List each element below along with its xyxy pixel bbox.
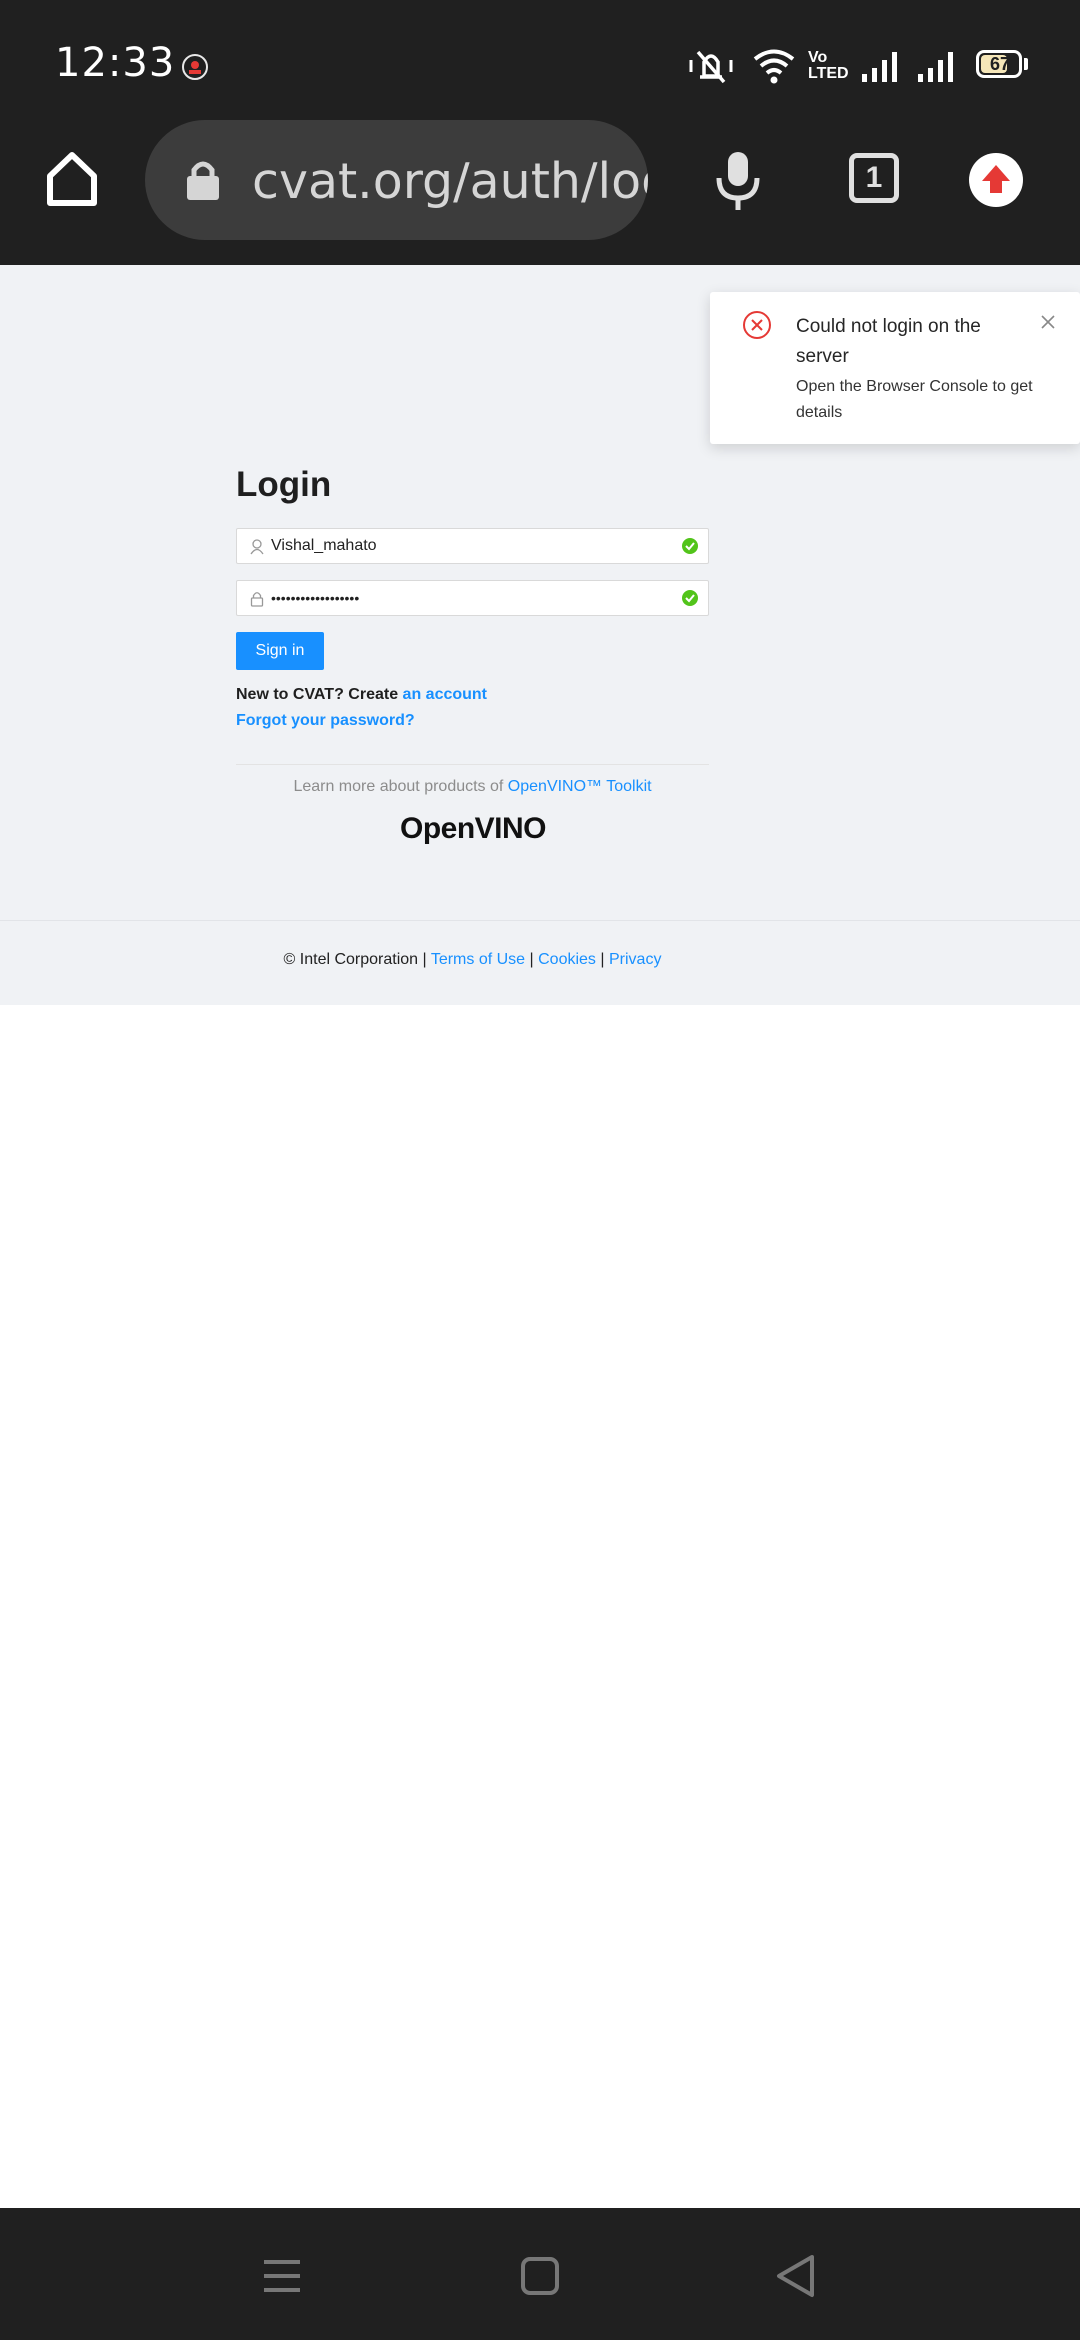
volte-icon: Vo LTED: [808, 50, 849, 82]
check-icon: [682, 590, 698, 606]
url-bar[interactable]: cvat.org/auth/log: [145, 120, 648, 240]
copyright-text: © Intel Corporation |: [283, 951, 431, 968]
error-notification: Could not login on the server Open the B…: [710, 292, 1080, 444]
home-button-icon[interactable]: [520, 2256, 560, 2296]
error-icon: [743, 311, 771, 339]
notification-title: Could not login on the server: [796, 316, 981, 367]
separator: |: [525, 951, 539, 968]
battery-icon: 67: [976, 50, 1022, 78]
privacy-link[interactable]: Privacy: [609, 951, 661, 968]
menu-icon[interactable]: [262, 2258, 302, 2294]
create-account-link[interactable]: an account: [403, 686, 487, 703]
separator: |: [595, 951, 609, 968]
navigation-bar: [0, 2208, 1080, 2340]
notification-description: Open the Browser Console to get details: [796, 378, 1033, 421]
lock-icon: [250, 592, 264, 607]
password-field[interactable]: ••••••••••••••••••: [236, 580, 709, 616]
username-value[interactable]: Vishal_mahato: [271, 537, 377, 555]
tab-count: 1: [865, 161, 883, 194]
volte-bottom: LTED: [808, 65, 849, 82]
page-title: Login: [236, 465, 332, 504]
openvino-logo: OpenVINO: [400, 812, 547, 845]
user-icon: [250, 539, 264, 555]
wifi-icon: [753, 49, 795, 84]
status-bar: 12:33 Vo LTED 67: [0, 0, 1080, 130]
learn-more-prefix: Learn more about products of: [293, 778, 508, 795]
copyright: © Intel Corporation | Terms of Use | Coo…: [0, 951, 945, 969]
battery-level: 67: [989, 54, 1011, 74]
create-account-text: New to CVAT? Create an account: [236, 686, 487, 704]
mic-icon[interactable]: [714, 150, 762, 212]
sign-in-button[interactable]: Sign in: [236, 632, 324, 670]
create-account-prefix: New to CVAT? Create: [236, 686, 403, 703]
url-text[interactable]: cvat.org/auth/log: [252, 153, 648, 210]
lock-icon: [187, 161, 219, 200]
close-icon[interactable]: [1040, 314, 1056, 330]
mute-icon: [689, 50, 733, 84]
clock: 12:33: [55, 40, 176, 86]
cookies-link[interactable]: Cookies: [538, 951, 596, 968]
volte-top: Vo: [808, 49, 828, 66]
arrow-up-icon: [982, 165, 1010, 193]
openvino-toolkit-link[interactable]: OpenVINO™ Toolkit: [508, 778, 652, 795]
learn-more-text: Learn more about products of OpenVINO™ T…: [0, 778, 945, 796]
signal-icon: [862, 52, 897, 82]
record-icon: [182, 54, 208, 80]
check-icon: [682, 538, 698, 554]
signal-icon: [918, 52, 953, 82]
divider: [236, 764, 709, 765]
forgot-password-link[interactable]: Forgot your password?: [236, 712, 415, 730]
terms-link[interactable]: Terms of Use: [431, 951, 525, 968]
battery-tip: [1024, 58, 1028, 70]
home-icon[interactable]: [44, 150, 100, 208]
username-field[interactable]: Vishal_mahato: [236, 528, 709, 564]
password-value[interactable]: ••••••••••••••••••: [271, 590, 359, 606]
back-icon[interactable]: [774, 2254, 816, 2298]
tabs-button[interactable]: 1: [849, 153, 899, 203]
update-icon[interactable]: [969, 153, 1023, 207]
